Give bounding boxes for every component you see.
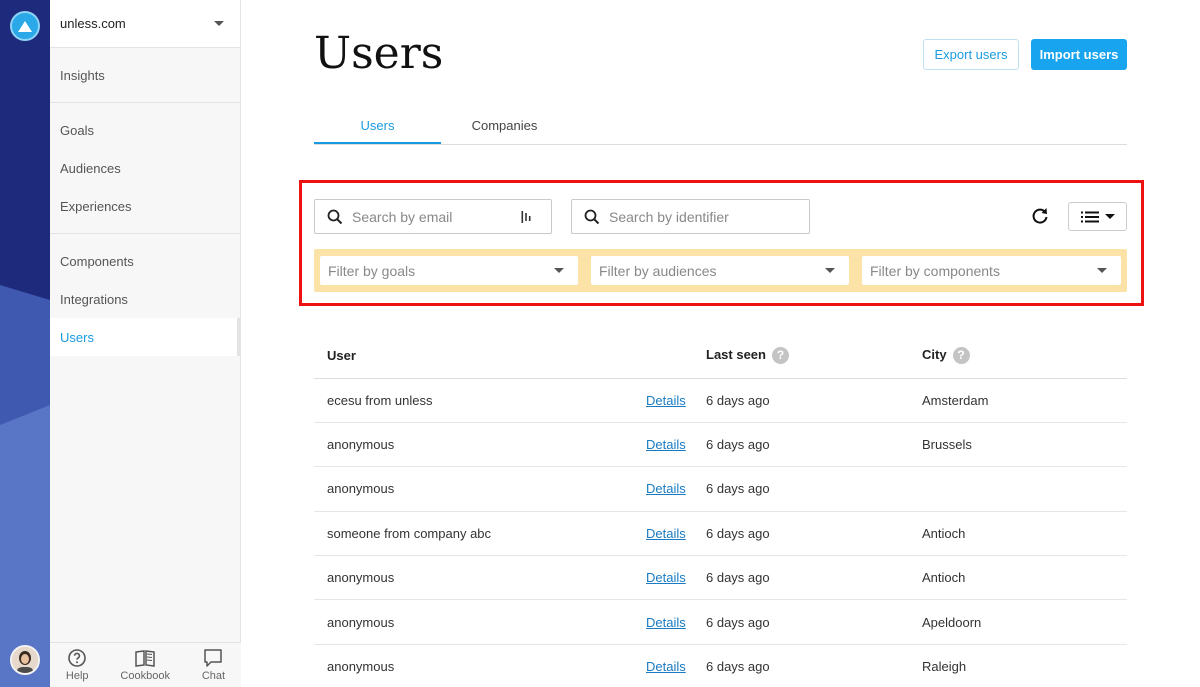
cookbook-label: Cookbook — [120, 670, 170, 682]
city-cell: Amsterdam — [922, 378, 1127, 423]
book-icon — [135, 650, 155, 667]
last-seen-cell: 6 days ago — [706, 422, 922, 468]
export-users-button[interactable]: Export users — [923, 39, 1019, 70]
table-row: ecesu from unless Details 6 days ago Ams… — [314, 378, 1127, 423]
last-seen-header-label: Last seen — [706, 346, 766, 362]
details-link[interactable]: Details — [646, 615, 686, 630]
site-switcher[interactable]: unless.com — [50, 0, 240, 48]
tab-bar: Users Companies — [314, 108, 1127, 145]
cookbook-button[interactable]: Cookbook — [120, 648, 170, 682]
city-cell: Raleigh — [922, 644, 1127, 687]
city-header-label: City — [922, 346, 947, 362]
unless-logo-icon[interactable] — [10, 11, 40, 41]
last-seen-cell: 6 days ago — [706, 378, 922, 423]
nav-group-personalization: Goals Audiences Experiences — [50, 103, 240, 234]
rail-background — [0, 0, 50, 687]
sidebar-footer: Help Cookbook Chat — [50, 642, 241, 687]
column-header-user: User — [314, 333, 646, 379]
last-seen-cell: 6 days ago — [706, 555, 922, 601]
user-cell: anonymous — [314, 599, 646, 645]
column-header-details — [646, 333, 706, 379]
last-seen-cell: 6 days ago — [706, 466, 922, 512]
sidebar-item-audiences[interactable]: Audiences — [50, 149, 240, 187]
chat-button[interactable]: Chat — [202, 648, 225, 682]
chat-label: Chat — [201, 670, 226, 682]
last-seen-cell: 6 days ago — [706, 599, 922, 645]
page-title: Users — [314, 28, 444, 79]
details-link[interactable]: Details — [646, 526, 686, 541]
table-row: anonymous Details 6 days ago Antioch — [314, 555, 1127, 601]
sidebar-item-users[interactable]: Users — [50, 318, 240, 356]
import-users-button[interactable]: Import users — [1031, 39, 1127, 70]
column-header-last-seen: Last seen? — [706, 333, 922, 379]
question-mark-icon[interactable]: ? — [771, 346, 789, 364]
details-link[interactable]: Details — [646, 570, 686, 585]
user-cell: someone from company abc — [314, 511, 646, 557]
table-header-row: User Last seen? City? — [314, 333, 1127, 379]
city-cell: Antioch — [922, 555, 1127, 601]
logo-mountain-icon — [18, 21, 32, 32]
sidebar-item-components[interactable]: Components — [50, 242, 240, 280]
table-row: anonymous Details 6 days ago Brussels — [314, 422, 1127, 468]
chat-bubble-icon — [204, 649, 223, 667]
details-link[interactable]: Details — [646, 481, 686, 496]
details-link[interactable]: Details — [646, 393, 686, 408]
column-header-city: City? — [922, 333, 1127, 379]
main-content: Users Export users Import users Users Co… — [241, 0, 1200, 687]
user-cell: anonymous — [314, 644, 646, 687]
user-cell: anonymous — [314, 466, 646, 512]
last-seen-cell: 6 days ago — [706, 511, 922, 557]
last-seen-cell: 6 days ago — [706, 644, 922, 687]
app-rail — [0, 0, 50, 687]
user-cell: ecesu from unless — [314, 378, 646, 423]
user-cell: anonymous — [314, 422, 646, 468]
city-cell — [922, 466, 1127, 512]
nav-group-insights: Insights — [50, 48, 240, 103]
help-circle-icon — [68, 649, 87, 667]
table-row: anonymous Details 6 days ago — [314, 466, 1127, 512]
city-cell: Brussels — [922, 422, 1127, 468]
sidebar-item-insights[interactable]: Insights — [50, 56, 240, 94]
details-link[interactable]: Details — [646, 437, 686, 452]
avatar-portrait-icon — [12, 647, 38, 673]
city-cell: Antioch — [922, 511, 1127, 557]
question-mark-icon[interactable]: ? — [952, 346, 970, 364]
sidebar: unless.com Insights Goals Audiences Expe… — [50, 0, 241, 687]
details-link[interactable]: Details — [646, 659, 686, 674]
help-label: Help — [65, 670, 89, 682]
user-cell: anonymous — [314, 555, 646, 601]
chevron-down-icon — [214, 21, 224, 26]
tab-users[interactable]: Users — [314, 108, 441, 144]
nav-group-setup: Components Integrations Users — [50, 234, 240, 364]
sidebar-item-experiences[interactable]: Experiences — [50, 187, 240, 225]
site-name: unless.com — [60, 16, 126, 31]
sidebar-item-integrations[interactable]: Integrations — [50, 280, 240, 318]
highlight-annotation — [299, 180, 1144, 306]
tab-companies[interactable]: Companies — [441, 108, 568, 144]
table-row: anonymous Details 6 days ago Raleigh — [314, 644, 1127, 687]
help-button[interactable]: Help — [66, 648, 89, 682]
sidebar-item-goals[interactable]: Goals — [50, 111, 240, 149]
city-cell: Apeldoorn — [922, 599, 1127, 645]
user-avatar[interactable] — [10, 645, 40, 675]
table-row: anonymous Details 6 days ago Apeldoorn — [314, 599, 1127, 645]
table-row: someone from company abc Details 6 days … — [314, 511, 1127, 557]
users-table: User Last seen? City? ecesu from unless … — [314, 333, 1127, 687]
